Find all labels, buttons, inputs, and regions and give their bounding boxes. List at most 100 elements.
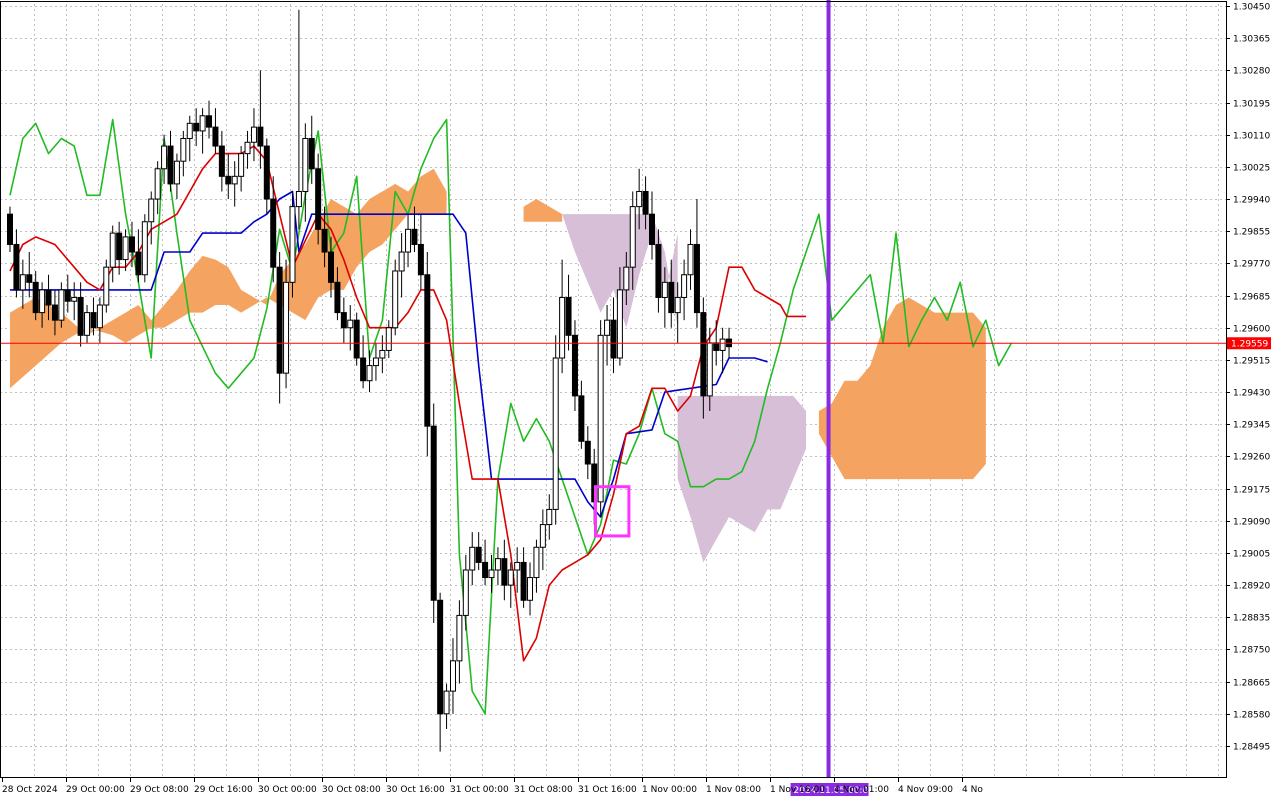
- y-tick-label: 1.30450: [1233, 3, 1270, 13]
- y-tick-label: 1.29685: [1233, 293, 1270, 303]
- y-tick-label: 1.30365: [1233, 35, 1270, 45]
- candle-bullish: [706, 342, 713, 397]
- candle-bullish: [141, 221, 148, 276]
- y-tick-label: 1.29175: [1233, 486, 1270, 496]
- x-tick-label: 1 Nov 08:00: [706, 785, 761, 795]
- candle-bearish: [430, 425, 437, 601]
- candle-bearish: [321, 228, 328, 253]
- y-tick-label: 1.28750: [1233, 646, 1270, 656]
- x-tick-label: 30 Oct 00:00: [258, 785, 317, 795]
- candle-bearish: [584, 440, 591, 465]
- candle-bullish: [514, 561, 521, 571]
- candle-bullish: [244, 141, 251, 155]
- candle-bearish: [51, 304, 58, 321]
- y-tick-label: 1.30280: [1233, 67, 1270, 77]
- candle-bullish: [623, 266, 630, 291]
- y-tick-label: 1.28920: [1233, 582, 1270, 592]
- candle-bearish: [315, 168, 322, 230]
- candle-bearish: [501, 558, 508, 586]
- candle-bearish: [328, 251, 334, 283]
- candle-bearish: [193, 122, 200, 132]
- candle-bullish: [719, 338, 726, 351]
- x-tick-label: 31 Oct 16:00: [578, 785, 637, 795]
- candle-bullish: [488, 569, 495, 579]
- x-tick-label: 30 Oct 16:00: [386, 785, 445, 795]
- candle-bearish: [713, 342, 720, 351]
- candle-bullish: [180, 137, 187, 162]
- y-tick-label: 1.30195: [1233, 100, 1270, 110]
- candle-bullish: [385, 327, 392, 351]
- candle-bullish: [392, 270, 399, 329]
- candle-bearish: [649, 213, 655, 245]
- y-tick-label: 1.29940: [1233, 196, 1270, 206]
- y-tick-label: 1.29770: [1233, 260, 1270, 270]
- candle-bullish: [173, 160, 180, 185]
- candle-bearish: [45, 289, 52, 306]
- candle-bullish: [559, 296, 566, 359]
- candle-bearish: [655, 243, 662, 298]
- x-tick-label: 4 Nov 01:00: [834, 785, 889, 795]
- candle-bullish: [533, 546, 540, 579]
- candle-bullish: [71, 296, 78, 302]
- candle-bullish: [109, 232, 116, 268]
- candle-bearish: [668, 281, 675, 314]
- ichimoku-chart[interactable]: 1.295592024.11.05 00:00 1.304501.303651.…: [0, 0, 1280, 800]
- y-tick-label: 1.28835: [1233, 614, 1270, 624]
- candle-bullish: [289, 206, 296, 283]
- x-tick-label: 29 Oct 00:00: [66, 785, 125, 795]
- x-tick-label: 1 Nov 16:00: [770, 785, 825, 795]
- candle-bullish: [58, 289, 65, 321]
- y-tick-label: 1.30110: [1233, 132, 1270, 142]
- candle-bearish: [218, 145, 225, 177]
- candle-bullish: [283, 281, 290, 374]
- y-tick-label: 1.28665: [1233, 679, 1270, 689]
- x-tick-label: 28 Oct 2024: [2, 785, 58, 795]
- candle-bearish: [128, 236, 135, 253]
- candle-bullish: [552, 357, 559, 510]
- y-tick-label: 1.29855: [1233, 228, 1270, 238]
- candle-bullish: [661, 281, 668, 298]
- y-tick-label: 1.29005: [1233, 550, 1270, 560]
- candle-bearish: [353, 319, 360, 359]
- candle-bullish: [604, 319, 611, 336]
- candle-bearish: [610, 319, 617, 359]
- candle-bullish: [122, 236, 129, 261]
- candle-bullish: [443, 690, 450, 715]
- candle-bullish: [84, 312, 91, 336]
- candle-bullish: [456, 614, 463, 662]
- candle-bullish: [674, 296, 681, 314]
- x-tick-label: 4 No: [962, 785, 983, 795]
- y-tick-label: 1.29090: [1233, 518, 1270, 528]
- candle-bearish: [90, 312, 97, 329]
- candle-bullish: [154, 168, 161, 200]
- candle-bullish: [539, 524, 546, 548]
- candle-bullish: [507, 569, 514, 586]
- candle-bullish: [527, 577, 534, 601]
- candle-bullish: [462, 569, 469, 616]
- candle-bullish: [469, 546, 476, 571]
- current-price-label: 1.29559: [1231, 339, 1268, 349]
- candle-bearish: [167, 145, 174, 185]
- candle-bullish: [616, 289, 623, 359]
- y-tick-label: 1.28495: [1233, 743, 1270, 753]
- candle-bullish: [186, 122, 193, 139]
- y-tick-label: 1.29430: [1233, 389, 1270, 399]
- candle-bullish: [366, 365, 373, 382]
- x-tick-label: 4 Nov 09:00: [898, 785, 953, 795]
- x-tick-label: 31 Oct 00:00: [450, 785, 509, 795]
- candle-bearish: [77, 296, 84, 336]
- candle-bearish: [417, 243, 424, 276]
- x-tick-label: 29 Oct 16:00: [194, 785, 253, 795]
- y-tick-label: 1.28580: [1233, 711, 1270, 721]
- x-tick-label: 30 Oct 08:00: [322, 785, 381, 795]
- candle-bearish: [257, 126, 264, 147]
- candle-bearish: [225, 175, 232, 185]
- candle-bullish: [494, 558, 501, 571]
- candle-bearish: [64, 289, 71, 302]
- candle-bearish: [475, 546, 482, 563]
- candle-bearish: [206, 115, 213, 128]
- candle-bearish: [700, 312, 707, 397]
- candle-bullish: [405, 228, 412, 253]
- candle-bearish: [437, 599, 444, 715]
- candle-bullish: [231, 175, 238, 185]
